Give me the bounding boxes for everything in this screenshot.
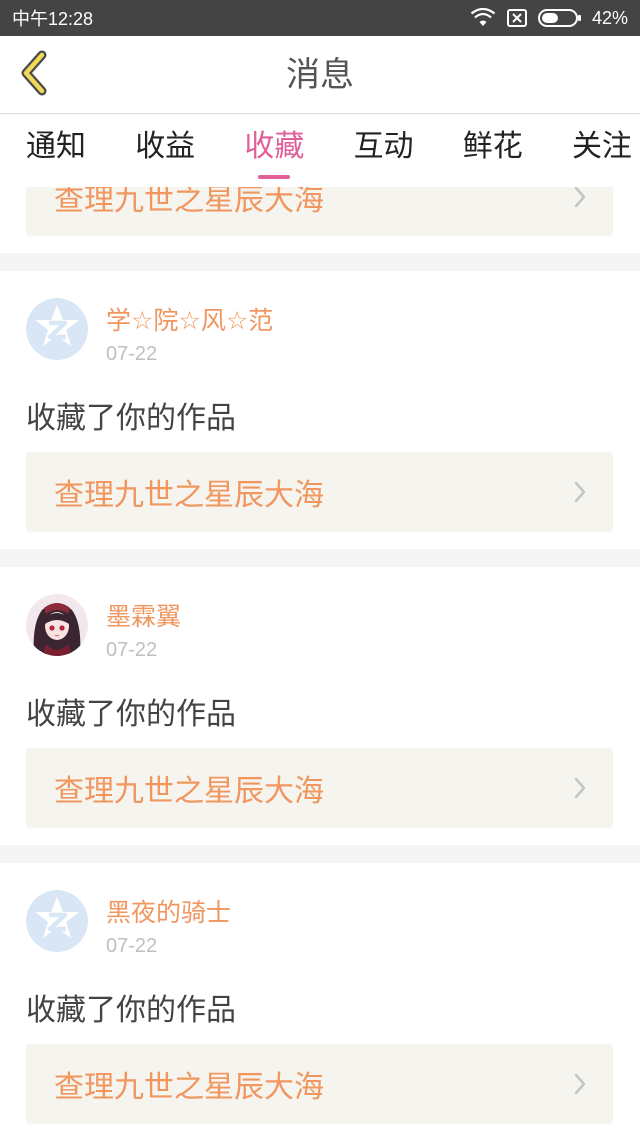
status-time: 中午12:28 [12,9,94,29]
tab-label: 通知 [26,129,86,164]
action-text: 收藏了你的作品 [26,993,236,1028]
status-icons: 42% [470,8,628,29]
chevron-right-icon [574,187,586,207]
message-feed[interactable]: 查理九世之星辰大海 学☆院☆风☆范 07-22 收藏了你的作品 查理九世之星辰大… [0,187,640,1138]
battery-icon [537,8,582,28]
message-date: 07-22 [106,935,158,957]
message-date: 07-22 [106,343,158,365]
no-sim-icon [506,8,528,28]
action-text: 收藏了你的作品 [26,697,236,732]
default-avatar-icon[interactable] [26,298,88,360]
work-title: 查理九世之星辰大海 [54,774,324,809]
work-link[interactable]: 查理九世之星辰大海 [26,452,613,532]
tab-flowers[interactable]: 鲜花 [463,115,523,181]
tab-label: 关注 [571,129,632,164]
tab-favorites[interactable]: 收藏 [244,115,304,181]
action-text: 收藏了你的作品 [26,401,236,436]
tab-earnings[interactable]: 收益 [135,115,195,181]
tab-interactions[interactable]: 互动 [354,115,414,181]
message-date: 07-22 [106,639,158,661]
username-link[interactable]: 学☆院☆风☆范 [106,301,273,337]
status-bar: 中午12:28 42% [0,0,640,36]
header: 消息 [0,36,640,114]
chevron-right-icon [574,1073,586,1095]
message-card: 查理九世之星辰大海 [0,187,640,253]
page-title: 消息 [286,55,354,95]
tab-notifications[interactable]: 通知 [26,115,86,181]
work-link[interactable]: 查理九世之星辰大海 [26,1044,613,1124]
battery-percent: 42% [591,7,628,28]
wifi-icon [470,8,496,28]
work-link[interactable]: 查理九世之星辰大海 [26,748,613,828]
message-card: 墨霖翼 07-22 收藏了你的作品 查理九世之星辰大海 [0,567,640,845]
username-link[interactable]: 黑夜的骑士 [106,893,231,929]
work-title: 查理九世之星辰大海 [54,187,324,218]
tab-label: 鲜花 [462,129,523,164]
tab-label: 收益 [135,129,196,164]
work-title: 查理九世之星辰大海 [54,1070,324,1105]
chevron-right-icon [574,777,586,799]
tab-bar: 通知 收益 收藏 互动 鲜花 关注 [0,115,640,187]
work-link[interactable]: 查理九世之星辰大海 [26,187,613,236]
username-link[interactable]: 墨霖翼 [106,597,181,633]
message-card: 学☆院☆风☆范 07-22 收藏了你的作品 查理九世之星辰大海 [0,271,640,549]
default-avatar-icon[interactable] [26,890,88,952]
tab-label: 互动 [353,129,414,164]
tab-following[interactable]: 关注 [572,115,632,181]
message-card: 黑夜的骑士 07-22 收藏了你的作品 查理九世之星辰大海 [0,863,640,1138]
anime-girl-avatar[interactable] [26,594,88,656]
work-title: 查理九世之星辰大海 [54,478,324,513]
tab-label: 收藏 [244,129,305,164]
active-tab-indicator [258,175,291,179]
chevron-right-icon [574,481,586,503]
